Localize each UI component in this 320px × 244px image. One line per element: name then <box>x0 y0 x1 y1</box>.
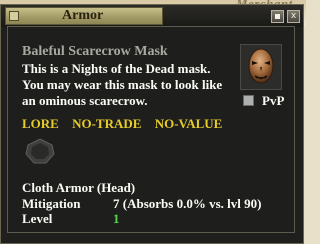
stat-label: Mitigation <box>22 196 81 211</box>
head-slot-icon <box>23 137 57 165</box>
stat-label: Level <box>22 211 53 226</box>
flag-no-trade: NO-TRADE <box>72 116 142 131</box>
window-title: Armor <box>62 8 104 23</box>
title-bar[interactable]: Armor x <box>1 5 303 27</box>
description-line: You may wear this mask to look like <box>22 77 223 92</box>
stat-value: 1 <box>113 211 120 226</box>
item-name: Baleful Scarecrow Mask <box>22 44 168 59</box>
window-menu-icon[interactable] <box>9 11 19 21</box>
description-line: This is a Nights of the Dead mask. <box>22 61 211 76</box>
minimize-button[interactable] <box>271 10 284 23</box>
close-button[interactable]: x <box>287 10 300 23</box>
description-line: an ominous scarecrow. <box>22 93 148 108</box>
title-plate: Armor <box>5 7 163 25</box>
stat-value: 7 (Absorbs 0.0% vs. lvl 90) <box>113 196 262 211</box>
item-flags: LORE NO-TRADE NO-VALUE <box>22 116 232 132</box>
flag-lore: LORE <box>22 116 59 131</box>
armor-type: Cloth Armor (Head) <box>22 180 136 195</box>
scarecrow-mask-icon <box>240 44 282 90</box>
item-description: This is a Nights of the Dead mask. You m… <box>22 61 242 109</box>
flag-no-value: NO-VALUE <box>154 116 223 131</box>
pvp-label: PvP <box>262 93 285 108</box>
pvp-checkbox[interactable] <box>243 95 254 106</box>
